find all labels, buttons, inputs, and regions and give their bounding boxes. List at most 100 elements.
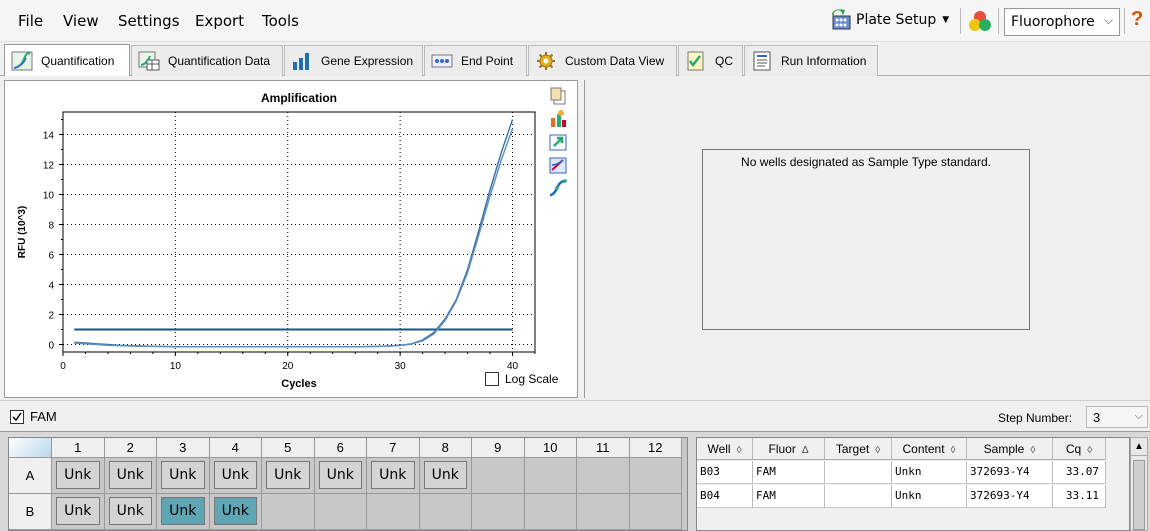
tab-gene-expression[interactable]: Gene Expression — [284, 45, 423, 76]
well-sample-type: Unk — [108, 461, 152, 489]
menu-settings[interactable]: Settings — [118, 12, 180, 30]
tab-qc[interactable]: QC — [678, 45, 743, 76]
plate-well[interactable]: Unk — [104, 458, 157, 494]
menu-view[interactable]: View — [63, 12, 99, 30]
y-tick-label: 6 — [48, 251, 54, 262]
export-chart-icon[interactable] — [548, 132, 568, 152]
tab-end-point[interactable]: End Point — [424, 45, 527, 76]
plate-setup-button[interactable]: Plate Setup ▼ — [830, 6, 949, 34]
sort-icon[interactable]: ◊ — [737, 445, 742, 456]
sort-icon[interactable]: ◊ — [875, 445, 880, 456]
plate-column-header[interactable]: 2 — [104, 438, 157, 458]
plate-column-header[interactable]: 8 — [419, 438, 472, 458]
plate-well[interactable]: Unk — [367, 458, 420, 494]
plate-well[interactable]: Unk — [419, 458, 472, 494]
tab-run-information[interactable]: Run Information — [744, 45, 878, 76]
plate-well[interactable]: Unk — [104, 494, 157, 530]
table-cell[interactable] — [825, 485, 892, 508]
plate-well[interactable] — [262, 494, 315, 530]
scrollbar-thumb[interactable] — [1133, 460, 1145, 530]
plate-well[interactable]: Unk — [209, 458, 262, 494]
plate-select-all-corner[interactable] — [9, 438, 52, 458]
menu-tools[interactable]: Tools — [262, 12, 299, 30]
plate-column-header[interactable]: 5 — [262, 438, 315, 458]
plate-column-header[interactable]: 12 — [629, 438, 682, 458]
table-cell[interactable]: B03 — [697, 461, 753, 484]
copy-icon[interactable] — [548, 86, 568, 106]
plate-well[interactable]: Unk — [314, 458, 367, 494]
tab-quantification-data[interactable]: Quantification Data — [131, 45, 283, 76]
zoom-chart-icon[interactable] — [548, 155, 568, 175]
tab-custom-data-view[interactable]: Custom Data View — [528, 45, 677, 76]
tab-label: Quantification — [41, 53, 115, 68]
table-cell[interactable]: FAM — [753, 485, 825, 508]
plate-well[interactable]: Unk — [157, 494, 210, 530]
plate-well[interactable] — [524, 494, 577, 530]
menu-export[interactable]: Export — [195, 12, 244, 30]
table-cell[interactable]: Unkn — [892, 461, 967, 484]
plate-well[interactable] — [577, 494, 630, 530]
plate-well[interactable]: Unk — [157, 458, 210, 494]
table-cell[interactable]: FAM — [753, 461, 825, 484]
plate-row-header[interactable]: A — [9, 458, 52, 494]
help-icon[interactable]: ? — [1131, 8, 1143, 31]
y-axis-label: RFU (10^3) — [17, 206, 28, 259]
plate-well[interactable]: Unk — [209, 494, 262, 530]
plate-well[interactable] — [629, 458, 682, 494]
table-column-header[interactable]: Well ◊ — [697, 438, 753, 460]
log-scale-toggle[interactable]: Log Scale — [485, 372, 558, 386]
plate-column-header[interactable]: 3 — [157, 438, 210, 458]
table-column-header[interactable]: Content ◊ — [892, 438, 967, 460]
plate-row-header[interactable]: B — [9, 494, 52, 530]
fam-toggle[interactable]: FAM — [10, 409, 57, 424]
table-cell[interactable]: 372693-Y4 — [967, 461, 1053, 484]
table-cell[interactable] — [825, 461, 892, 484]
plate-column-header[interactable]: 10 — [524, 438, 577, 458]
plate-well[interactable]: Unk — [52, 458, 105, 494]
plate-well[interactable] — [629, 494, 682, 530]
sort-icon[interactable]: ◊ — [951, 445, 956, 456]
plate-column-header[interactable]: 1 — [52, 438, 105, 458]
plate-well[interactable]: Unk — [262, 458, 315, 494]
sort-icon[interactable]: ◊ — [1030, 445, 1035, 456]
scroll-up-icon[interactable]: ▲ — [1131, 438, 1147, 456]
table-cell[interactable]: B04 — [697, 485, 753, 508]
table-column-header[interactable]: Target ◊ — [825, 438, 892, 460]
plate-well[interactable] — [577, 458, 630, 494]
fluorophore-select[interactable]: Fluorophore ⌵ — [1004, 8, 1120, 36]
table-scrollbar[interactable]: ▲ — [1130, 437, 1148, 531]
table-cell[interactable]: Unkn — [892, 485, 967, 508]
plate-well[interactable] — [367, 494, 420, 530]
table-column-header[interactable]: Cq ◊ — [1053, 438, 1106, 460]
plate-column-header[interactable]: 6 — [314, 438, 367, 458]
well-sample-type: Unk — [213, 461, 257, 489]
plate-column-header[interactable]: 11 — [577, 438, 630, 458]
plate-well[interactable]: Unk — [52, 494, 105, 530]
trace-style-icon[interactable] — [548, 178, 568, 198]
table-column-header[interactable]: Fluor Δ — [753, 438, 825, 460]
plate-well[interactable] — [524, 458, 577, 494]
plate-well[interactable] — [472, 494, 525, 530]
step-number-select[interactable]: 3 ⌵ — [1086, 406, 1148, 428]
table-cell[interactable]: 33.11 — [1053, 485, 1106, 508]
sort-icon[interactable]: Δ — [802, 445, 809, 456]
dye-colors-icon[interactable] — [966, 9, 994, 35]
bar-chart-icon — [293, 53, 309, 70]
table-column-header[interactable]: Sample ◊ — [967, 438, 1053, 460]
amplification-chart[interactable]: Amplification 0 10 20 30 40 0 2 4 6 8 10 12 14 Cycles R… — [5, 81, 577, 397]
plate-column-header[interactable]: 7 — [367, 438, 420, 458]
plate-well[interactable] — [314, 494, 367, 530]
fam-checkbox[interactable] — [10, 409, 24, 424]
plate-well[interactable] — [472, 458, 525, 494]
table-cell[interactable]: 372693-Y4 — [967, 485, 1053, 508]
log-scale-checkbox[interactable] — [485, 372, 499, 386]
chart-options-icon[interactable] — [548, 109, 568, 129]
table-cell[interactable]: 33.07 — [1053, 461, 1106, 484]
sort-icon[interactable]: ◊ — [1087, 445, 1092, 456]
plate-column-header[interactable]: 4 — [209, 438, 262, 458]
column-header-label: Fluor — [768, 442, 796, 456]
tab-quantification[interactable]: Quantification — [4, 44, 130, 76]
plate-well[interactable] — [419, 494, 472, 530]
menu-file[interactable]: File — [18, 12, 43, 30]
plate-column-header[interactable]: 9 — [472, 438, 525, 458]
